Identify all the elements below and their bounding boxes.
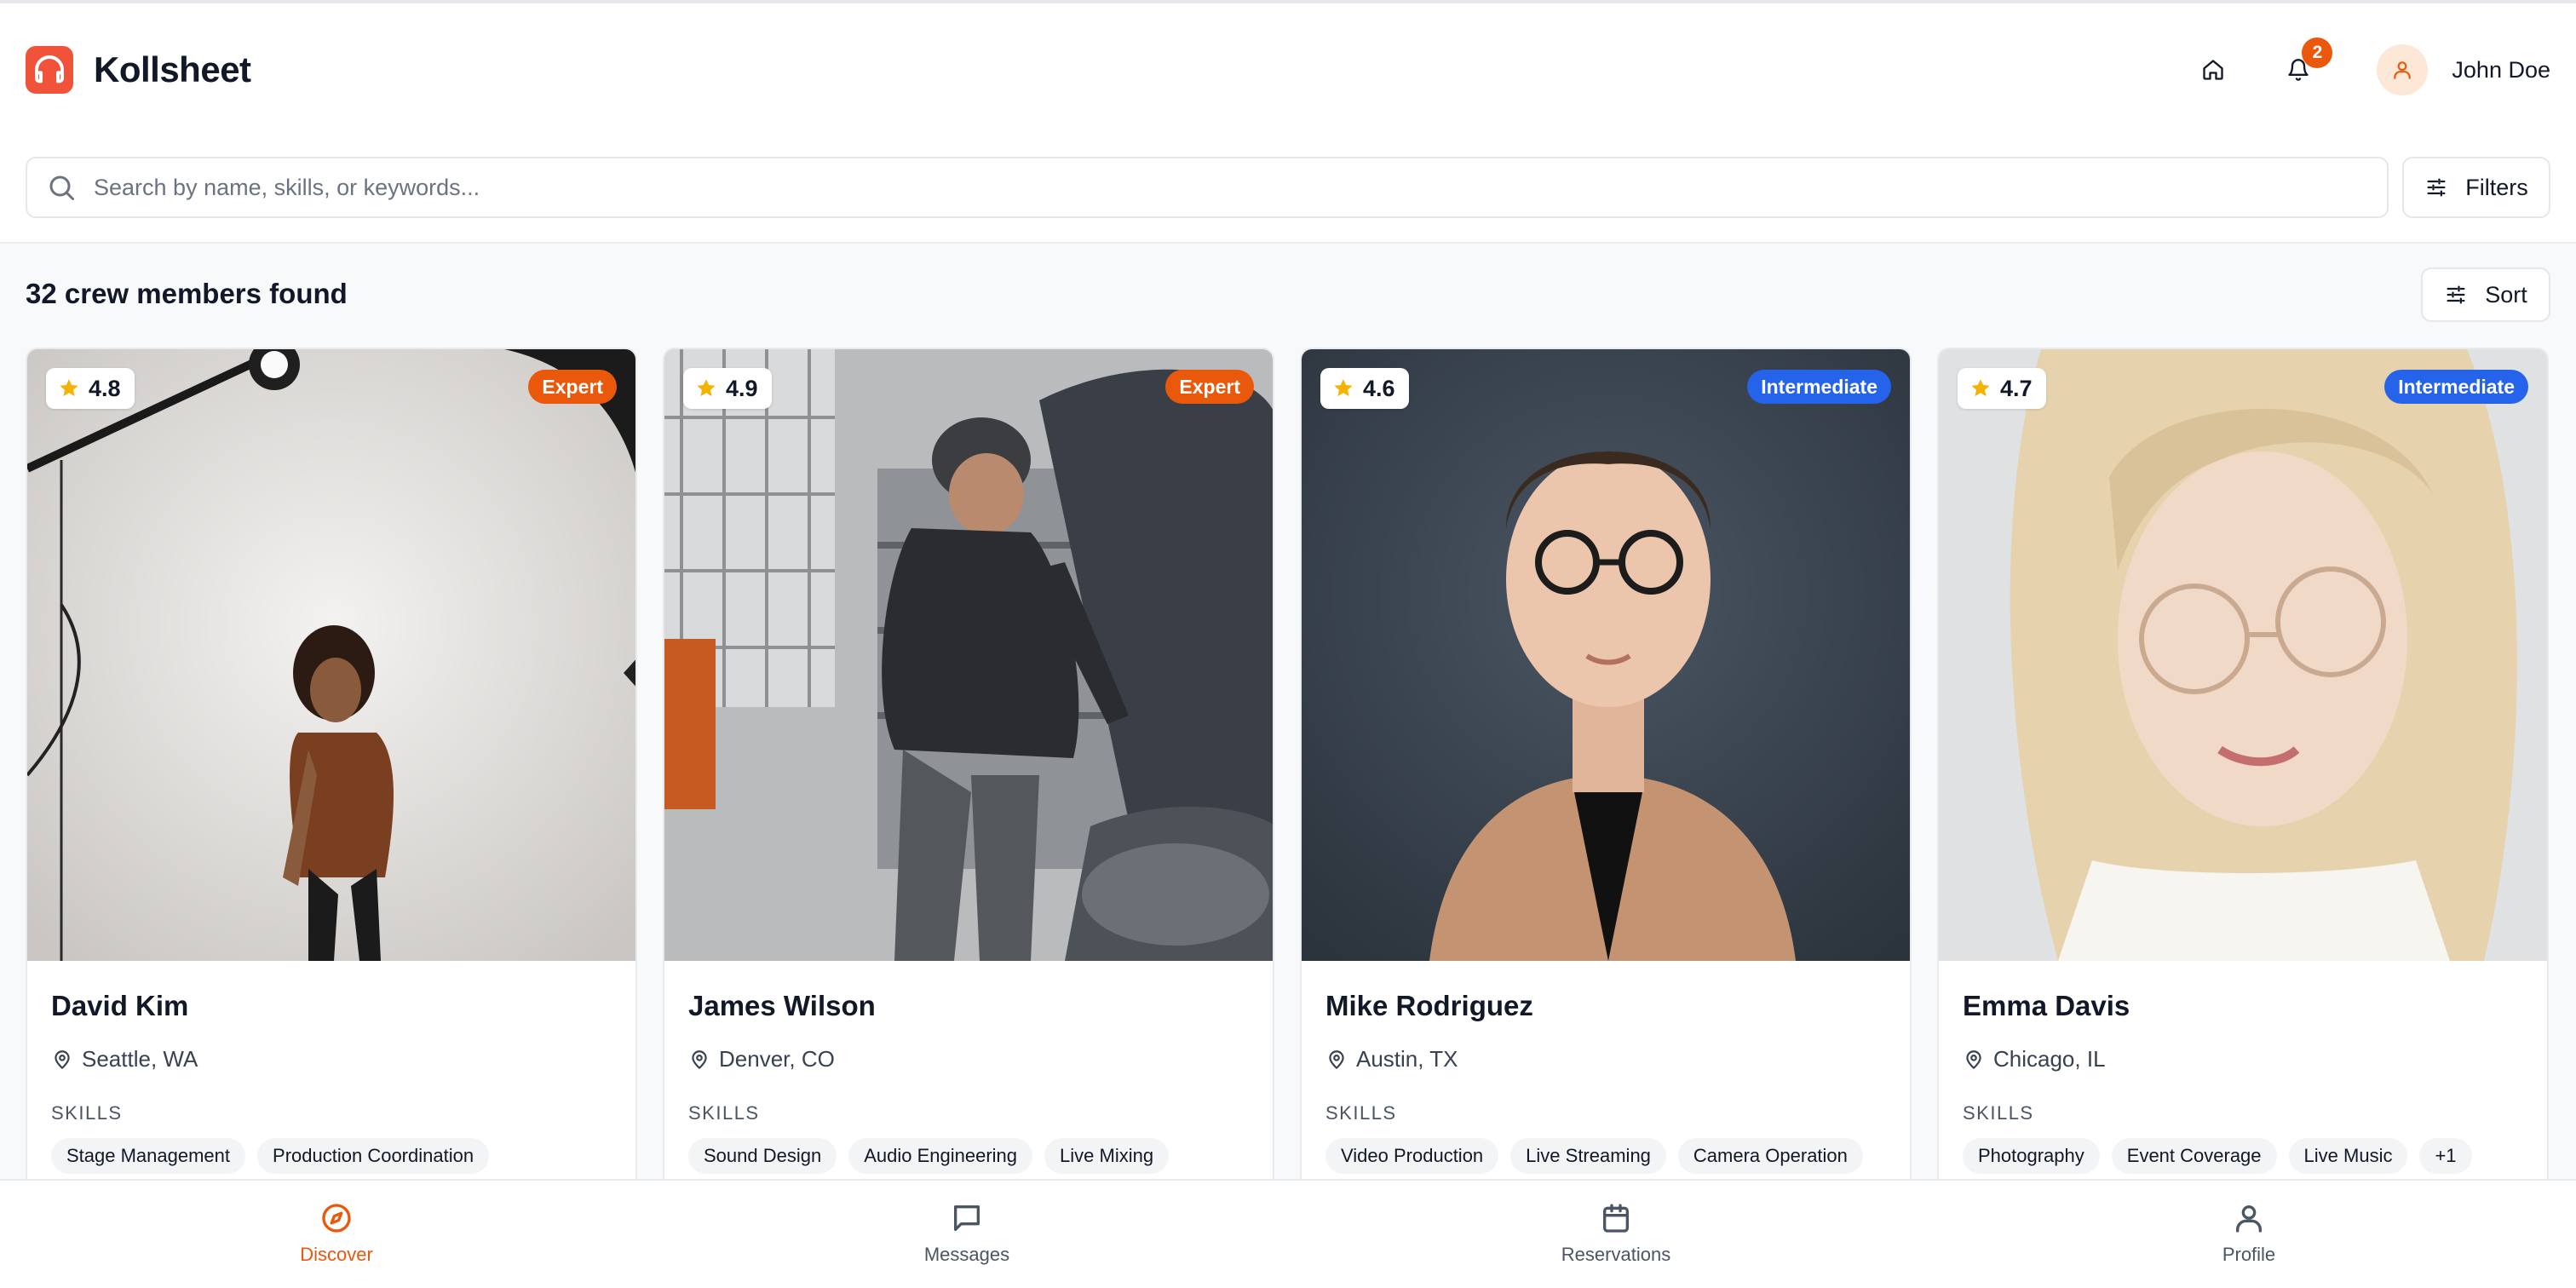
crew-card-grid: 4.8 Expert David Kim Seattle, WA SKILLS …: [26, 348, 2550, 1199]
skills-list: Video Production Live Streaming Camera O…: [1325, 1138, 1863, 1174]
user-name[interactable]: John Doe: [2452, 57, 2550, 83]
rating-badge: 4.8: [46, 368, 135, 409]
bottom-nav: Discover Messages Reservations Profile: [0, 1179, 2576, 1288]
rating-value: 4.9: [726, 375, 758, 401]
crew-photo: [1302, 349, 1910, 961]
skills-label: SKILLS: [1325, 1102, 1397, 1124]
user-icon: [2394, 61, 2412, 79]
star-icon: [697, 379, 716, 397]
map-pin-icon: [1966, 1049, 1981, 1069]
crew-name[interactable]: Emma Davis: [1963, 990, 2130, 1022]
results-count: 32 crew members found: [26, 278, 348, 309]
skill-tag: Live Music: [2288, 1138, 2408, 1174]
crew-card[interactable]: 4.8 Expert David Kim Seattle, WA SKILLS …: [26, 348, 637, 1199]
star-icon: [1971, 379, 1990, 397]
crew-card[interactable]: 4.7 Intermediate Emma Davis Chicago, IL …: [1937, 348, 2549, 1199]
crew-name[interactable]: David Kim: [51, 990, 188, 1022]
crew-card[interactable]: 4.6 Intermediate Mike Rodriguez Austin, …: [1300, 348, 1912, 1199]
skill-tag: Event Coverage: [2111, 1138, 2277, 1174]
filters-label: Filters: [2465, 174, 2528, 200]
nav-profile[interactable]: Profile: [2121, 1201, 2377, 1266]
app-name: Kollsheet: [94, 49, 251, 89]
skill-tag: Live Streaming: [1510, 1138, 1666, 1174]
skill-tag: Stage Management: [51, 1138, 246, 1174]
location-text: Austin, TX: [1356, 1046, 1458, 1072]
search-input[interactable]: [94, 174, 2309, 201]
headphones-icon: [26, 46, 73, 94]
skills-label: SKILLS: [51, 1102, 123, 1124]
skill-tag: Production Coordination: [257, 1138, 490, 1174]
header: Kollsheet 2 John Doe Search by name, ski…: [0, 3, 2576, 244]
crew-photo: [1939, 349, 2547, 961]
skill-tag: Camera Operation: [1677, 1138, 1863, 1174]
rating-value: 4.8: [89, 375, 121, 401]
user-icon: [2236, 1205, 2262, 1233]
nav-reservations-label: Reservations: [1561, 1244, 1671, 1265]
crew-location: Denver, CO: [688, 1046, 835, 1072]
brand[interactable]: Kollsheet: [26, 44, 251, 95]
sliders-icon: [2447, 285, 2465, 304]
crew-location: Seattle, WA: [51, 1046, 198, 1072]
skill-tag: Audio Engineering: [848, 1138, 1033, 1174]
level-badge: Expert: [1165, 370, 1254, 404]
nav-discover[interactable]: Discover: [209, 1201, 464, 1266]
crew-location: Chicago, IL: [1963, 1046, 2106, 1072]
nav-reservations[interactable]: Reservations: [1488, 1201, 1744, 1266]
home-button[interactable]: [2182, 39, 2244, 101]
level-badge: Expert: [528, 370, 617, 404]
map-pin-icon: [55, 1049, 70, 1069]
crew-photo: [27, 349, 635, 961]
skills-list: Sound Design Audio Engineering Live Mixi…: [688, 1138, 1170, 1174]
rating-badge: 4.7: [1958, 368, 2046, 409]
message-icon: [954, 1205, 980, 1231]
rating-badge: 4.9: [683, 368, 772, 409]
nav-profile-label: Profile: [2222, 1244, 2276, 1265]
notifications-button[interactable]: 2: [2268, 37, 2333, 101]
nav-messages[interactable]: Messages: [839, 1201, 1095, 1266]
skill-tag: Photography: [1963, 1138, 2100, 1174]
app-root: Kollsheet 2 John Doe Search by name, ski…: [0, 0, 2576, 1288]
more-skills-tag[interactable]: +1: [2419, 1138, 2472, 1174]
rating-badge: 4.6: [1320, 368, 1409, 409]
sliders-icon: [2427, 178, 2446, 197]
sort-button[interactable]: Sort: [2421, 267, 2550, 322]
location-text: Seattle, WA: [82, 1046, 198, 1072]
star-icon: [60, 379, 78, 397]
map-pin-icon: [692, 1049, 707, 1069]
calendar-icon: [1603, 1204, 1629, 1233]
skills-label: SKILLS: [688, 1102, 760, 1124]
skills-list: Stage Management Production Coordination: [51, 1138, 490, 1174]
level-badge: Intermediate: [2384, 370, 2528, 404]
nav-messages-label: Messages: [923, 1244, 1010, 1265]
home-icon: [2203, 60, 2224, 80]
skill-tag: Sound Design: [688, 1138, 837, 1174]
search-icon: [49, 175, 74, 200]
rating-value: 4.7: [2000, 375, 2033, 401]
avatar[interactable]: [2377, 44, 2429, 95]
rating-value: 4.6: [1363, 375, 1395, 401]
crew-name[interactable]: James Wilson: [688, 990, 876, 1022]
skill-tag: Live Mixing: [1044, 1138, 1170, 1174]
crew-location: Austin, TX: [1325, 1046, 1458, 1072]
map-pin-icon: [1329, 1049, 1344, 1069]
skills-list: Photography Event Coverage Live Music +1: [1963, 1138, 2472, 1174]
location-text: Denver, CO: [719, 1046, 835, 1072]
crew-photo: [664, 349, 1273, 961]
notification-count-badge: 2: [2302, 37, 2333, 68]
compass-icon: [322, 1204, 351, 1233]
crew-name[interactable]: Mike Rodriguez: [1325, 990, 1533, 1022]
header-actions: 2 John Doe: [2182, 37, 2550, 101]
star-icon: [1334, 379, 1353, 397]
search-box: [26, 157, 2389, 218]
filters-button[interactable]: Filters: [2402, 157, 2550, 218]
crew-card[interactable]: 4.9 Expert James Wilson Denver, CO SKILL…: [663, 348, 1274, 1199]
sort-label: Sort: [2485, 281, 2527, 308]
nav-discover-label: Discover: [300, 1244, 373, 1265]
skills-label: SKILLS: [1963, 1102, 2034, 1124]
location-text: Chicago, IL: [1993, 1046, 2106, 1072]
level-badge: Intermediate: [1747, 370, 1891, 404]
skill-tag: Video Production: [1325, 1138, 1499, 1174]
